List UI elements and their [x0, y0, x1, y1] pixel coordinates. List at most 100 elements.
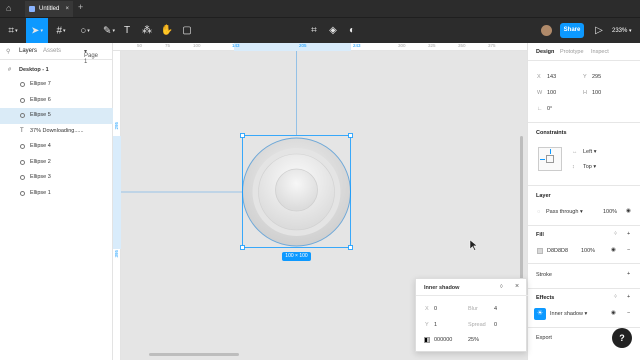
effect-visibility-eye-icon[interactable]: ◉ — [611, 310, 616, 316]
tab-design[interactable]: Design — [536, 49, 554, 55]
hand-tool-icon[interactable]: ✋ — [156, 18, 178, 44]
fill-hex-field[interactable]: D8D8D8 — [547, 248, 568, 254]
layer-item[interactable]: Ellipse 6 — [0, 93, 113, 109]
horizontal-scrollbar[interactable] — [149, 353, 239, 356]
add-effect-icon[interactable]: + — [627, 294, 630, 300]
layers-panel-tabs: ⚲ Layers Assets Page 1 ▾ — [0, 43, 112, 65]
resize-handle[interactable] — [240, 133, 245, 138]
close-tab-icon[interactable]: × — [65, 1, 69, 17]
resize-handle[interactable] — [348, 245, 353, 250]
layer-item[interactable]: Ellipse 1 — [0, 186, 113, 202]
h-field[interactable]: 100 — [592, 90, 601, 96]
effect-type-value: Inner shadow — [550, 311, 584, 317]
y-field[interactable]: 295 — [592, 74, 601, 80]
home-icon[interactable]: ⌂ — [6, 3, 17, 14]
visibility-eye-icon[interactable]: ◉ — [626, 208, 631, 214]
tab-prototype[interactable]: Prototype — [560, 49, 584, 55]
shape-tool-icon[interactable]: ○▾ — [74, 18, 96, 44]
resize-handle[interactable] — [348, 133, 353, 138]
effects-title: Effects — [536, 295, 555, 301]
share-button[interactable]: Share — [560, 23, 584, 38]
comment-tool-icon[interactable]: ▢ — [176, 18, 198, 44]
text-tool-icon[interactable]: T — [116, 18, 138, 44]
constraint-h-select[interactable]: Left ▾ — [583, 149, 596, 155]
blend-select[interactable]: Pass through ▾ — [546, 209, 583, 215]
file-tab[interactable]: Untitled × — [25, 1, 73, 17]
ruler-left-selection — [113, 136, 121, 249]
shadow-opacity-field[interactable]: 25% — [468, 337, 479, 343]
tab-assets[interactable]: Assets — [43, 48, 61, 54]
tab-layers[interactable]: Layers — [19, 48, 37, 54]
vertical-constraint-icon: ↕ — [572, 164, 575, 170]
popup-header: Inner shadow ◊ × — [416, 279, 528, 296]
shadow-color-swatch[interactable] — [424, 337, 430, 343]
constraints-widget[interactable] — [538, 147, 562, 171]
new-tab-icon[interactable]: + — [78, 2, 83, 12]
layer-label: Ellipse 7 — [30, 81, 51, 87]
blend-icon: ◌ — [537, 209, 541, 215]
layer-label: Ellipse 2 — [30, 158, 51, 165]
effect-settings-icon[interactable]: ☀ — [534, 308, 546, 320]
w-field[interactable]: 100 — [547, 90, 556, 96]
design-panel: Design Prototype Inspect X 143 Y 295 W 1… — [527, 43, 640, 360]
layer-item[interactable]: Ellipse 7 — [0, 77, 113, 93]
remove-fill-icon[interactable]: − — [627, 247, 630, 253]
ruler-tick: 100 — [193, 43, 201, 48]
effect-type-select[interactable]: Inner shadow ▾ — [550, 311, 587, 317]
page-selector[interactable]: Page 1 ▾ — [84, 48, 98, 65]
constraints-inner-box — [546, 155, 554, 163]
layer-item[interactable]: T 37% Downloading...... — [0, 124, 113, 140]
fill-opacity-field[interactable]: 100% — [581, 248, 595, 254]
remove-effect-icon[interactable]: − — [627, 310, 630, 316]
layer-opacity-field[interactable]: 100% — [603, 209, 617, 215]
fill-color-swatch[interactable] — [537, 248, 543, 254]
resources-icon[interactable]: ⁂ — [136, 18, 158, 44]
add-stroke-icon[interactable]: + — [627, 271, 630, 277]
main-menu-icon[interactable]: ⌗▾ — [2, 18, 24, 44]
tab-inspect[interactable]: Inspect — [591, 49, 609, 55]
ellipse-layer-icon — [20, 144, 25, 149]
ruler-tick: 350 — [458, 43, 466, 48]
ruler-tick: 205 — [299, 43, 307, 48]
close-icon[interactable]: × — [515, 283, 519, 290]
text-layer-icon: T — [20, 127, 24, 134]
layer-item[interactable]: Ellipse 5 — [0, 108, 113, 124]
shadow-spread-field[interactable]: 0 — [494, 322, 497, 328]
shadow-x-field[interactable]: 0 — [434, 306, 437, 312]
shadow-y-field[interactable]: 1 — [434, 322, 437, 328]
layer-item[interactable]: Ellipse 2 — [0, 155, 113, 171]
style-icon[interactable]: ◊ — [500, 284, 503, 290]
shadow-color-hex-field[interactable]: 000000 — [434, 337, 452, 343]
ruler-tick: 143 — [232, 43, 240, 48]
constraint-v-select[interactable]: Top ▾ — [583, 164, 596, 170]
avatar[interactable] — [541, 25, 552, 36]
layer-item[interactable]: Ellipse 3 — [0, 170, 113, 186]
layer-item[interactable]: Ellipse 4 — [0, 139, 113, 155]
fill-visibility-eye-icon[interactable]: ◉ — [611, 247, 616, 253]
horizontal-constraint-icon: ↔ — [572, 149, 578, 155]
add-fill-icon[interactable]: + — [627, 231, 630, 237]
ellipse-inner[interactable] — [275, 168, 318, 212]
rotation-field[interactable]: 0° — [547, 106, 552, 112]
constraint-top-line[interactable] — [550, 149, 551, 154]
layer-label: Ellipse 6 — [30, 96, 51, 103]
effect-styles-icon[interactable]: ⁘ — [613, 294, 618, 300]
ruler-tick: 375 — [488, 43, 496, 48]
layer-label: Ellipse 5 — [30, 112, 51, 118]
layers-panel: ⚲ Layers Assets Page 1 ▾ # Desktop - 1 E… — [0, 43, 113, 360]
ellipse-layer-icon — [20, 190, 25, 196]
move-tool-icon[interactable]: ➤▾ — [26, 18, 48, 44]
constraint-left-line[interactable] — [540, 159, 545, 160]
help-button[interactable]: ? — [612, 328, 632, 348]
resize-handle[interactable] — [240, 245, 245, 250]
shadow-blur-field[interactable]: 4 — [494, 306, 497, 312]
zoom-dropdown[interactable]: 233% ▾ — [612, 18, 632, 44]
vertical-scrollbar[interactable] — [520, 136, 523, 296]
present-icon[interactable]: ▷ — [588, 18, 610, 44]
frame-tool-icon[interactable]: #▾ — [50, 18, 72, 44]
ellipse-layer-icon — [20, 175, 25, 180]
layer-label: Ellipse 1 — [30, 189, 51, 196]
fill-styles-icon[interactable]: ⁘ — [613, 231, 618, 237]
x-field[interactable]: 143 — [547, 74, 556, 80]
contrast-icon[interactable]: ◐ — [341, 18, 363, 44]
